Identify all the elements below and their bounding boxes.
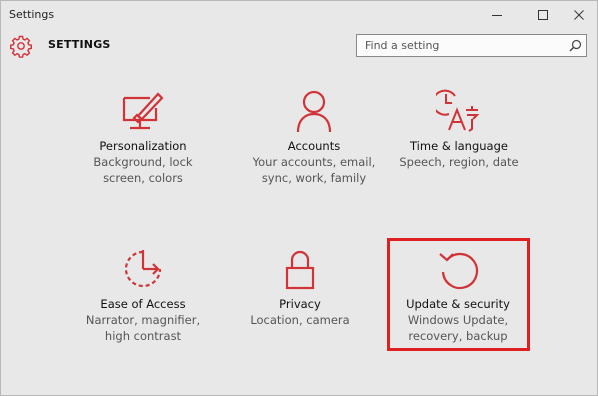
minimize-button[interactable] [477,1,517,29]
privacy-icon [285,250,315,290]
tile-time-language[interactable]: Time & language Speech, region, date [379,88,539,170]
tile-description: screen, colors [103,171,183,185]
tile-ease-of-access[interactable]: Ease of Access Narrator, magnifier, high… [63,246,223,344]
tile-label: Personalization [99,139,187,153]
settings-window: Settings SETTINGS Find a setting Persona… [0,0,598,396]
search-icon[interactable] [569,39,582,52]
tile-label: Time & language [410,139,508,153]
tile-accounts[interactable]: Accounts Your accounts, email, sync, wor… [234,88,394,186]
maximize-icon [538,10,548,20]
gear-icon [10,35,32,58]
tile-label: Ease of Access [100,297,186,311]
tile-description: Location, camera [250,313,350,327]
tile-description: sync, work, family [261,171,367,185]
accounts-icon [296,90,332,133]
selection-highlight [387,238,530,351]
tile-personalization[interactable]: Personalization Background, lock screen,… [63,88,223,186]
page-title: SETTINGS [48,38,111,51]
ease-of-access-icon [124,250,162,288]
tile-description: Narrator, magnifier, [85,313,201,327]
tile-description: Background, lock [93,155,193,169]
tile-description: Your accounts, email, [252,155,376,169]
title-bar[interactable]: Settings [1,1,597,29]
time-language-icon [436,89,480,132]
personalization-icon [122,92,164,130]
close-button[interactable] [559,1,598,29]
close-icon [574,10,584,20]
tile-label: Accounts [287,139,341,153]
settings-header: SETTINGS [1,29,597,65]
tile-label: Privacy [279,297,321,311]
tile-description: Speech, region, date [399,155,519,169]
maximize-button[interactable] [523,1,563,29]
minimize-icon [492,15,502,16]
tile-privacy[interactable]: Privacy Location, camera [220,246,380,328]
search-box[interactable] [356,34,587,57]
tile-description: high contrast [104,329,182,343]
search-input[interactable] [357,35,571,56]
window-title: Settings [9,8,55,21]
